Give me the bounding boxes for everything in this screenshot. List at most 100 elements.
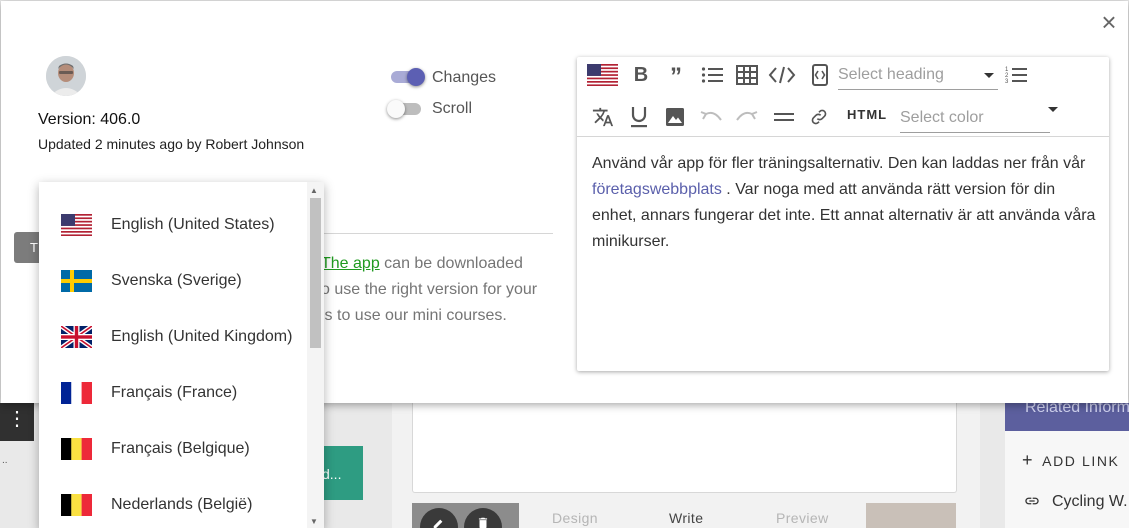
translate-icon <box>592 107 614 127</box>
heading-select-placeholder: Select heading <box>838 66 944 83</box>
tab-write[interactable]: Write <box>669 510 703 526</box>
language-option-en-gb[interactable]: English (United Kingdom) <box>39 302 307 358</box>
image-icon <box>666 108 684 126</box>
original-text-line-1: The app can be downloaded <box>321 251 551 277</box>
more-options-icon[interactable]: ⋮ <box>0 403 34 441</box>
original-app-link[interactable]: The app <box>321 255 380 272</box>
us-flag-icon <box>61 214 92 236</box>
language-option-sv-se[interactable]: Svenska (Sverige) <box>39 246 307 302</box>
svg-text:3: 3 <box>1005 79 1009 85</box>
language-dropdown: English (United States) Svenska (Sverige… <box>39 182 324 528</box>
redo-icon <box>736 111 758 121</box>
editor-link[interactable]: företagswebbplats <box>592 181 722 198</box>
quote-button[interactable]: ” <box>661 62 691 92</box>
heading-select[interactable]: Select heading <box>838 60 998 90</box>
related-information-title: Related Information <box>1025 403 1129 416</box>
chevron-down-icon <box>984 73 994 78</box>
avatar <box>46 56 86 96</box>
add-link-label: ADD LINK <box>1042 453 1120 469</box>
language-option-label: English (United Kingdom) <box>111 328 293 345</box>
scroll-down-arrow-icon[interactable]: ▼ <box>310 517 318 526</box>
scroll-toggle[interactable] <box>387 100 423 118</box>
belgium-flag-icon <box>61 438 92 460</box>
language-option-label: Français (Belgique) <box>111 440 250 457</box>
language-option-fr-be[interactable]: Français (Belgique) <box>39 414 307 470</box>
tab-design[interactable]: Design <box>552 510 598 526</box>
underline-button[interactable] <box>624 102 654 132</box>
table-button[interactable] <box>732 60 762 90</box>
language-tag-letter: T <box>30 240 38 255</box>
language-option-en-us[interactable]: English (United States) <box>39 190 307 246</box>
original-text-line-1-suffix: can be downloaded <box>379 255 523 272</box>
scroll-up-arrow-icon[interactable]: ▲ <box>310 186 318 195</box>
editor-content[interactable]: Använd vår app för fler träningsalternat… <box>592 151 1100 255</box>
changes-toggle[interactable] <box>389 68 425 86</box>
avatar-image <box>46 56 86 96</box>
embed-button[interactable] <box>805 60 835 90</box>
language-option-nl-be[interactable]: Nederlands (België) <box>39 470 307 526</box>
trash-glyph <box>478 517 488 528</box>
dropdown-scrollbar-thumb[interactable] <box>310 198 321 348</box>
color-select[interactable]: Select color <box>900 103 1058 133</box>
table-icon <box>736 65 758 85</box>
bullet-list-icon <box>701 67 723 83</box>
color-select-placeholder: Select color <box>900 109 984 126</box>
horizontal-rule-icon <box>774 113 794 121</box>
uk-flag-icon <box>61 326 92 348</box>
bullet-list-button[interactable] <box>697 60 727 90</box>
plus-icon: + <box>1022 450 1035 470</box>
language-option-label: Svenska (Sverige) <box>111 272 242 289</box>
translate-button[interactable] <box>588 102 618 132</box>
updated-label: Updated 2 minutes ago by Robert Johnson <box>38 136 305 152</box>
version-compare-dialog: × Version: 406.0 Updated 2 minutes ago b… <box>1 1 1128 528</box>
bold-button[interactable]: B <box>626 60 656 90</box>
underline-icon <box>631 107 647 128</box>
horizontal-rule-button[interactable] <box>769 102 799 132</box>
language-tag[interactable]: T <box>14 232 42 263</box>
language-option-fr-fr[interactable]: Français (France) <box>39 358 307 414</box>
belgium-flag-icon <box>61 494 92 516</box>
content-card <box>412 403 957 493</box>
editor-text-part-1: Använd vår app för fler träningsalternat… <box>592 155 1086 172</box>
original-text-line-3: is to use our mini courses. <box>321 307 507 324</box>
original-text-line-2: o use the right version for your <box>321 281 538 298</box>
tab-preview[interactable]: Preview <box>776 510 829 526</box>
chevron-down-icon <box>1048 107 1058 112</box>
toolbar-divider <box>577 136 1109 137</box>
teal-action-button-label: d... <box>322 466 342 482</box>
redo-button[interactable] <box>732 102 762 132</box>
numbered-list-icon: 123 <box>1005 67 1027 85</box>
sweden-flag-icon <box>61 270 92 292</box>
related-information-header: Related Information <box>1005 403 1129 431</box>
link-button[interactable] <box>804 102 834 132</box>
add-link-button[interactable]: + ADD LINK <box>1022 450 1120 471</box>
changes-toggle-label: Changes <box>432 69 497 86</box>
pencil-glyph <box>433 519 443 528</box>
us-flag-icon <box>586 64 618 86</box>
divider <box>323 233 553 234</box>
related-link-cycling[interactable]: Cycling W... <box>1024 493 1129 511</box>
language-option-label: Nederlands (België) <box>111 496 253 513</box>
related-link-label: Cycling W... <box>1052 493 1129 510</box>
rich-text-editor: B ” Select heading 123 HTML Select color… <box>577 57 1109 371</box>
embed-icon <box>812 64 828 86</box>
link-icon <box>1025 497 1039 505</box>
code-icon <box>768 66 796 84</box>
france-flag-icon <box>61 382 92 404</box>
code-button[interactable] <box>767 60 797 90</box>
close-icon[interactable]: × <box>1098 9 1120 35</box>
scroll-toggle-thumb <box>387 100 405 118</box>
changes-toggle-thumb <box>407 68 425 86</box>
language-flag-button[interactable] <box>585 60 619 90</box>
link-icon <box>811 109 827 125</box>
numbered-list-button[interactable]: 123 <box>1001 60 1031 90</box>
language-option-label: English (United States) <box>111 216 275 233</box>
original-text: The app can be downloaded o use the righ… <box>321 251 551 329</box>
image-button[interactable] <box>660 102 690 132</box>
undo-icon <box>700 111 722 121</box>
scroll-toggle-label: Scroll <box>432 100 473 117</box>
html-button[interactable]: HTML <box>847 107 887 127</box>
undo-button[interactable] <box>696 102 726 132</box>
version-label: Version: 406.0 <box>38 111 141 128</box>
thumbnail-image-2 <box>866 503 956 528</box>
